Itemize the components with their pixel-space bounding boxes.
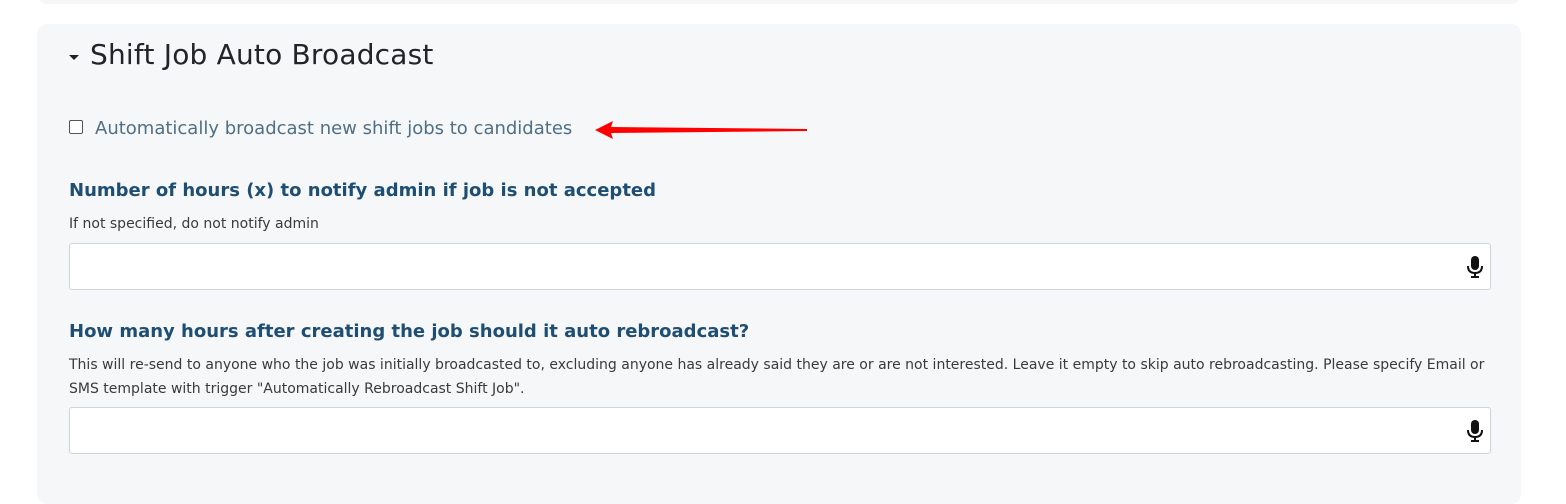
rebroadcast-hours-field (69, 407, 1491, 454)
caret-down-icon (69, 55, 79, 60)
rebroadcast-hours-input[interactable] (70, 408, 1464, 451)
auto-broadcast-label[interactable]: Automatically broadcast new shift jobs t… (95, 118, 572, 139)
notify-hours-help: If not specified, do not notify admin (69, 216, 319, 232)
auto-broadcast-option: Automatically broadcast new shift jobs t… (69, 118, 572, 139)
auto-broadcast-checkbox[interactable] (69, 119, 83, 134)
microphone-icon[interactable] (1466, 255, 1484, 279)
microphone-icon[interactable] (1466, 419, 1484, 443)
rebroadcast-hours-help: This will re-send to anyone who the job … (69, 357, 1485, 397)
notify-hours-input[interactable] (70, 244, 1464, 287)
section-toggle[interactable]: Shift Job Auto Broadcast (69, 38, 434, 71)
notify-hours-label: Number of hours (x) to notify admin if j… (69, 180, 657, 201)
notify-hours-field (69, 243, 1491, 290)
shift-job-auto-broadcast-panel: Shift Job Auto Broadcast Automatically b… (37, 24, 1521, 504)
annotation-arrow-icon (595, 121, 807, 139)
section-title: Shift Job Auto Broadcast (90, 38, 434, 71)
rebroadcast-hours-label: How many hours after creating the job sh… (69, 321, 750, 342)
previous-section-card (37, 0, 1521, 4)
